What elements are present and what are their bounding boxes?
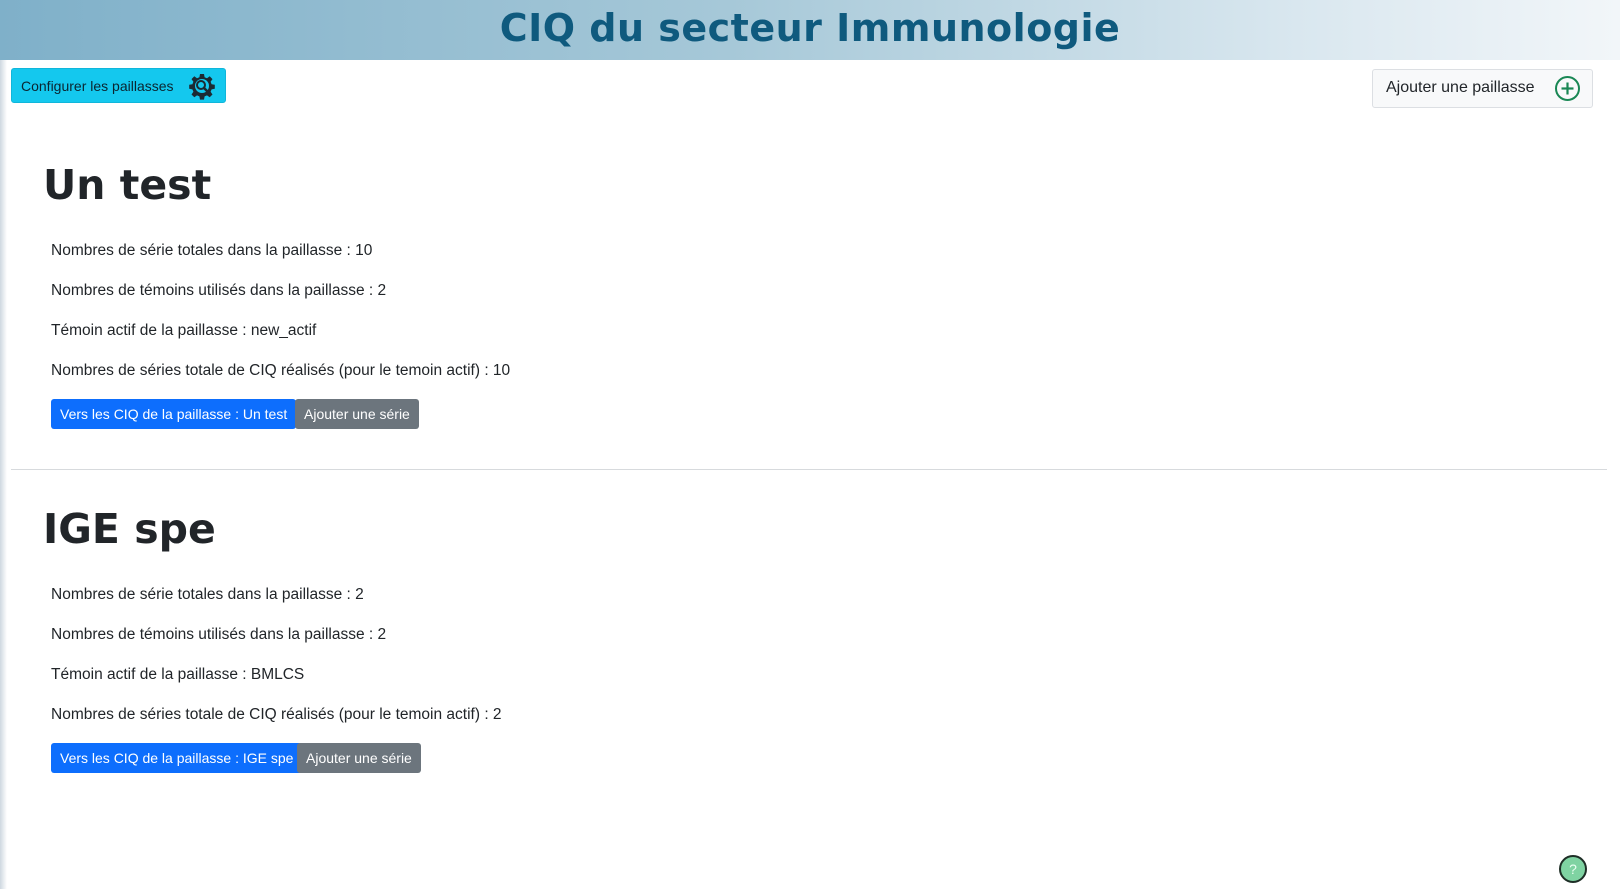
page-header: CIQ du secteur Immunologie [0, 0, 1620, 60]
ciq-series-text: Nombres de séries totale de CIQ réalisés… [51, 362, 511, 379]
left-edge-shade [0, 0, 7, 889]
gear-search-icon [188, 72, 216, 100]
paillasse-section-un-test: Un test Nombres de série totales dans la… [43, 157, 943, 437]
add-series-button[interactable]: Ajouter une série [297, 743, 421, 773]
temoins-count-text: Nombres de témoins utilisés dans la pail… [51, 282, 387, 299]
temoin-actif-text: Témoin actif de la paillasse : BMLCS [51, 666, 305, 683]
section-divider [11, 469, 1607, 470]
paillasse-title: Un test [43, 161, 212, 209]
add-paillasse-button[interactable]: Ajouter une paillasse [1372, 69, 1593, 108]
goto-ciq-button[interactable]: Vers les CIQ de la paillasse : Un test [51, 399, 297, 429]
paillasse-title: IGE spe [43, 505, 216, 553]
paillasse-section-ige-spe: IGE spe Nombres de série totales dans la… [43, 501, 943, 781]
page-title: CIQ du secteur Immunologie [499, 6, 1121, 50]
add-paillasse-label: Ajouter une paillasse [1386, 79, 1535, 96]
temoins-count-text: Nombres de témoins utilisés dans la pail… [51, 626, 387, 643]
total-series-text: Nombres de série totales dans la paillas… [51, 242, 373, 259]
add-series-button[interactable]: Ajouter une série [295, 399, 419, 429]
temoin-actif-text: Témoin actif de la paillasse : new_actif [51, 322, 317, 339]
configure-paillasses-label: Configurer les paillasses [21, 78, 174, 94]
help-icon[interactable]: ? [1559, 855, 1587, 883]
total-series-text: Nombres de série totales dans la paillas… [51, 586, 364, 603]
ciq-series-text: Nombres de séries totale de CIQ réalisés… [51, 706, 502, 723]
configure-paillasses-button[interactable]: Configurer les paillasses [11, 68, 226, 103]
goto-ciq-button[interactable]: Vers les CIQ de la paillasse : IGE spe [51, 743, 303, 773]
plus-circle-icon [1554, 75, 1581, 102]
